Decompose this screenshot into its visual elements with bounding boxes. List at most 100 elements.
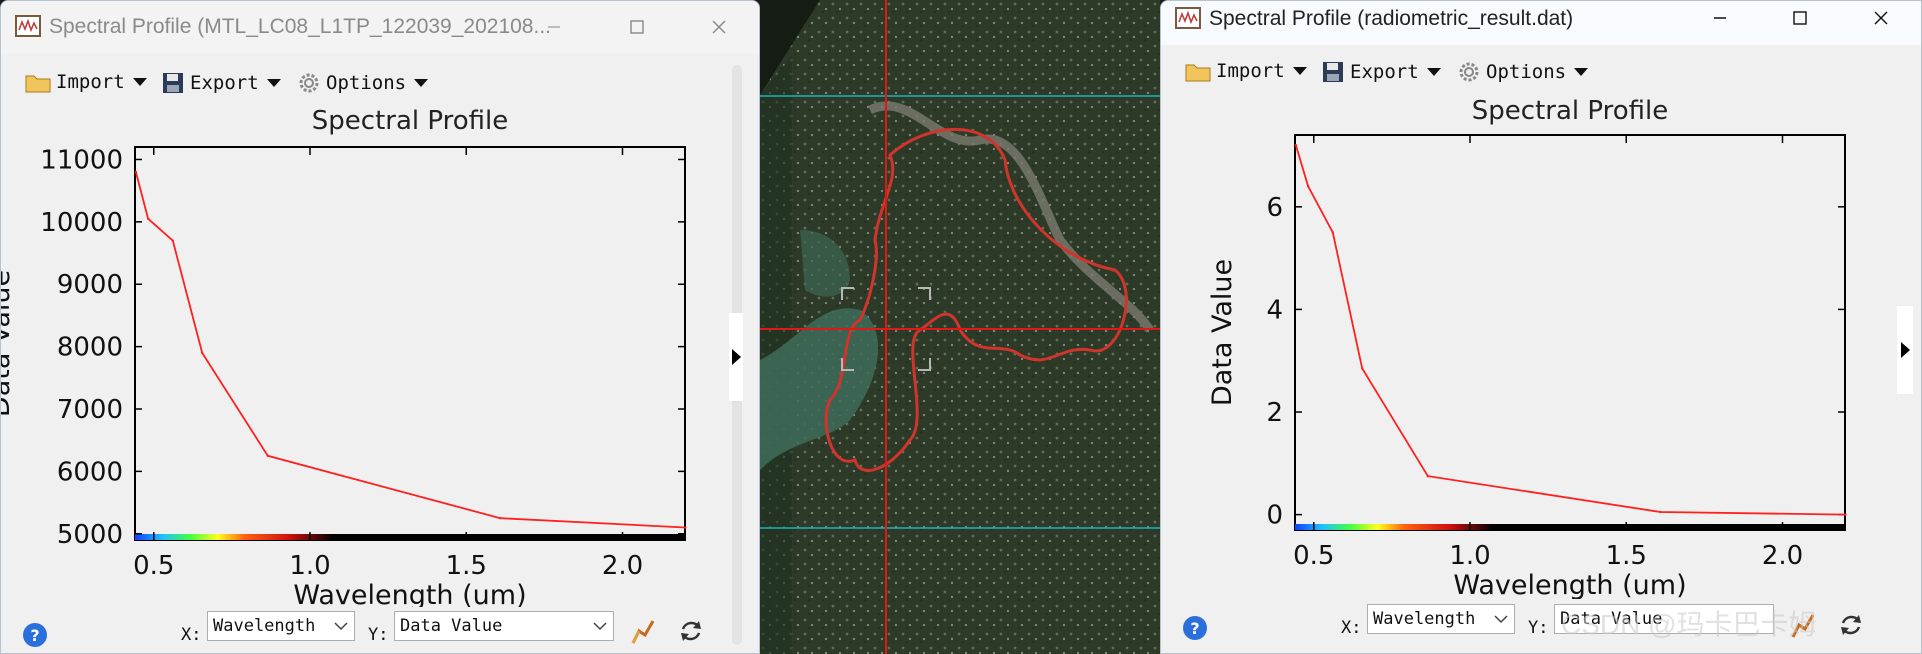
satellite-image-view[interactable] bbox=[760, 0, 1160, 654]
export-menu-button[interactable]: Export bbox=[161, 71, 281, 95]
chevron-down-icon bbox=[414, 79, 429, 87]
x-tick-label: 1.5 bbox=[1606, 541, 1647, 571]
y-axis-select-value: Data Value bbox=[400, 616, 503, 636]
maximize-icon bbox=[1793, 11, 1807, 25]
y-tick-label: 4 bbox=[1266, 295, 1283, 325]
import-label: Import bbox=[1216, 60, 1285, 82]
close-icon bbox=[1874, 11, 1888, 25]
window-title: Spectral Profile (MTL_LC08_L1TP_122039_2… bbox=[49, 15, 551, 38]
maximize-button[interactable] bbox=[1782, 3, 1818, 33]
y-axis-selector-label: Y: bbox=[1528, 618, 1549, 638]
data-point bbox=[1844, 513, 1847, 516]
data-point bbox=[1426, 474, 1430, 478]
y-tick-label: 6000 bbox=[57, 457, 123, 487]
x-tick-label: 1.0 bbox=[1449, 541, 1490, 571]
chart-title: Spectral Profile bbox=[312, 106, 508, 136]
close-icon bbox=[712, 20, 726, 34]
close-button[interactable] bbox=[701, 12, 737, 42]
data-point bbox=[266, 454, 270, 457]
chevron-down-icon bbox=[334, 622, 348, 631]
x-axis-select[interactable]: Wavelength bbox=[207, 611, 355, 641]
y-tick-label: 10000 bbox=[40, 208, 123, 238]
wavelength-color-bar bbox=[1295, 524, 1845, 530]
export-label: Export bbox=[190, 72, 259, 94]
options-menu-button[interactable]: Options bbox=[297, 71, 429, 95]
floppy-disk-icon bbox=[1323, 62, 1343, 82]
plot-area bbox=[134, 146, 686, 541]
refresh-icon[interactable] bbox=[1837, 611, 1865, 639]
spectral-profile-chart: Spectral Profile 0 2 4 6 0.5 1.0 1.5 2.0 Waveleng… bbox=[1207, 96, 1847, 599]
chevron-down-icon bbox=[266, 79, 281, 87]
y-tick-label: 8000 bbox=[57, 333, 123, 363]
options-menu-button[interactable]: Options bbox=[1457, 60, 1589, 84]
data-point bbox=[684, 526, 687, 529]
title-bar[interactable]: Spectral Profile (radiometric_result.dat… bbox=[1161, 1, 1921, 45]
y-tick-label: 11000 bbox=[40, 145, 123, 175]
minimize-icon bbox=[548, 26, 560, 28]
folder-icon bbox=[1185, 64, 1211, 82]
x-axis-label: Wavelength (um) bbox=[1453, 570, 1686, 599]
floppy-disk-icon bbox=[163, 73, 183, 93]
color-line-style-icon[interactable] bbox=[629, 617, 657, 645]
y-axis-label: Data Value bbox=[1207, 259, 1238, 406]
help-button[interactable]: ? bbox=[1183, 616, 1207, 640]
minimize-button[interactable] bbox=[1702, 3, 1738, 33]
spectral-profile-window-left: Spectral Profile (MTL_LC08_L1TP_122039_2… bbox=[0, 0, 760, 654]
data-point bbox=[1360, 367, 1364, 370]
folder-icon bbox=[25, 75, 51, 93]
caret-right-icon bbox=[731, 349, 741, 365]
y-tick-label: 2 bbox=[1266, 398, 1283, 428]
chevron-down-icon bbox=[1494, 615, 1508, 624]
data-point bbox=[499, 516, 502, 520]
x-axis-select-value: Wavelength bbox=[213, 616, 316, 636]
chart-title: Spectral Profile bbox=[1472, 96, 1668, 126]
caret-right-icon bbox=[1900, 342, 1910, 358]
spectral-profile-window-right: Spectral Profile (radiometric_result.dat… bbox=[1160, 0, 1922, 654]
x-axis-label: Wavelength (um) bbox=[293, 580, 526, 607]
expand-panel-toggle[interactable] bbox=[1897, 306, 1913, 394]
data-point bbox=[146, 217, 150, 220]
data-point bbox=[1294, 144, 1298, 147]
y-tick-label: 5000 bbox=[57, 520, 123, 550]
import-menu-button[interactable]: Import bbox=[25, 71, 147, 93]
x-axis-select[interactable]: Wavelength bbox=[1367, 604, 1515, 634]
y-axis-selector-label: Y: bbox=[368, 625, 389, 645]
minimize-button[interactable] bbox=[536, 12, 572, 42]
expand-panel-toggle[interactable] bbox=[729, 313, 743, 401]
watermark: CSDN @玛卡巴卡姆 bbox=[1561, 609, 1817, 640]
x-tick-label: 1.0 bbox=[289, 551, 330, 581]
x-tick-label: 1.5 bbox=[446, 551, 487, 581]
refresh-icon[interactable] bbox=[677, 617, 705, 645]
maximize-button[interactable] bbox=[619, 12, 655, 42]
data-point bbox=[1306, 185, 1310, 188]
x-axis-select-value: Wavelength bbox=[1373, 609, 1476, 629]
help-button[interactable]: ? bbox=[23, 623, 47, 647]
y-axis-select[interactable]: Data Value bbox=[394, 611, 614, 641]
x-axis-selector-label: X: bbox=[181, 625, 202, 645]
data-point bbox=[1331, 231, 1335, 234]
y-axis-label: Data Value bbox=[1, 270, 16, 417]
import-menu-button[interactable]: Import bbox=[1185, 60, 1307, 82]
data-point bbox=[134, 170, 138, 174]
y-tick-label: 7000 bbox=[57, 395, 123, 425]
y-tick-label: 9000 bbox=[57, 270, 123, 300]
plot-area bbox=[1294, 134, 1846, 531]
data-point bbox=[1659, 510, 1662, 514]
y-tick-label: 6 bbox=[1266, 193, 1283, 223]
x-tick-label: 2.0 bbox=[1762, 541, 1803, 571]
spectral-app-icon bbox=[1175, 7, 1201, 29]
wavelength-color-bar bbox=[135, 534, 685, 540]
x-tick-label: 0.5 bbox=[1293, 541, 1334, 571]
chevron-down-icon bbox=[1292, 67, 1307, 75]
spectral-profile-chart: Spectral Profile 5000 6000 7000 8000 9000 1000… bbox=[1, 106, 687, 607]
data-point bbox=[200, 351, 204, 355]
question-mark-icon: ? bbox=[1190, 618, 1200, 638]
title-bar[interactable]: Spectral Profile (MTL_LC08_L1TP_122039_2… bbox=[1, 1, 759, 53]
spectral-app-icon bbox=[15, 15, 41, 37]
export-label: Export bbox=[1350, 61, 1419, 83]
chevron-down-icon bbox=[1426, 68, 1441, 76]
export-menu-button[interactable]: Export bbox=[1321, 60, 1441, 84]
gear-icon bbox=[1459, 62, 1479, 82]
x-tick-label: 2.0 bbox=[602, 551, 643, 581]
close-button[interactable] bbox=[1863, 3, 1899, 33]
